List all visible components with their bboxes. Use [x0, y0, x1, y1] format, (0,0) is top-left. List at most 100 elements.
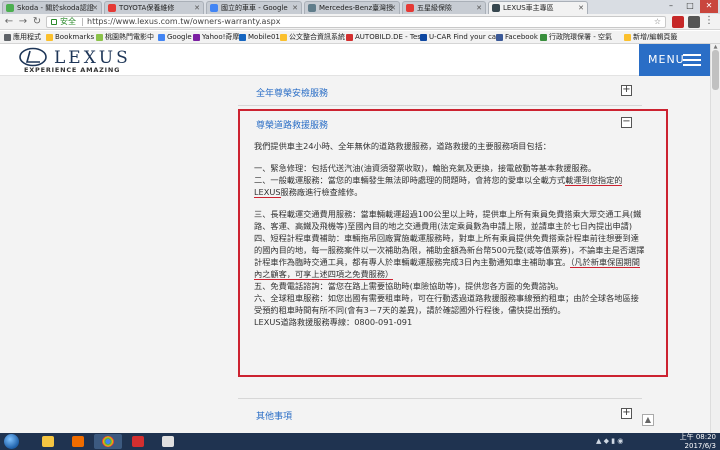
scroll-to-top-icon[interactable]: ▲ — [642, 414, 654, 426]
media-player-icon — [72, 436, 84, 447]
tab-mercedes[interactable]: Mercedes-Benz臺灣授 ✕ — [304, 1, 400, 14]
close-tab-icon[interactable]: ✕ — [390, 2, 396, 14]
bookmark-label: U-CAR Find your car. — [429, 33, 501, 41]
tab-skoda[interactable]: Skoda - 關於skoda認證 ✕ — [2, 1, 102, 14]
bookmark-label: 公文整合資訊系統 — [289, 33, 345, 41]
taskbar-explorer[interactable] — [34, 434, 62, 449]
start-button[interactable] — [2, 433, 20, 450]
tagline: EXPERIENCE AMAZING — [24, 66, 121, 74]
mobile01-icon — [239, 34, 246, 41]
expand-plus-icon[interactable]: + — [621, 408, 632, 419]
address-toolbar: ← → ↻ 安全 | https://www.lexus.com.tw/owne… — [0, 14, 720, 30]
close-tab-icon[interactable]: ✕ — [578, 2, 584, 14]
windows-taskbar: ▲ ◆ ▮ ◉ 上午 08:20 2017/6/3 — [0, 433, 720, 450]
address-bar[interactable]: 安全 | https://www.lexus.com.tw/owners-war… — [46, 16, 666, 28]
bookmarks-bar: 應用程式 Bookmarks 桃園熱門電影中 Google Yahoo!奇摩 M… — [0, 31, 720, 44]
clock-date: 2017/6/3 — [684, 442, 716, 450]
bookmark-autobild[interactable]: AUTOBILD.DE - Test — [346, 31, 424, 43]
expand-plus-icon[interactable]: + — [621, 85, 632, 96]
close-tab-icon[interactable]: ✕ — [476, 2, 482, 14]
facebook-icon — [496, 34, 503, 41]
tab-favicon-icon — [492, 4, 500, 12]
tab-toyota[interactable]: TOYOTA保養維修 ✕ — [104, 1, 204, 14]
bookmark-new-tab[interactable]: 新增/編輯頁籤 — [624, 31, 677, 43]
browser-tab-strip: Skoda - 關於skoda認證 ✕ TOYOTA保養維修 ✕ 國立的車車 -… — [0, 0, 720, 14]
lexus-logo[interactable]: LEXUS EXPERIENCE AMAZING — [18, 47, 138, 75]
hotline-text: LEXUS道路救援服務專線：0800-091-091 — [254, 317, 413, 327]
reload-icon[interactable]: ↻ — [31, 16, 43, 28]
close-tab-icon[interactable]: ✕ — [92, 2, 98, 14]
secure-label: 安全 — [60, 17, 76, 26]
close-tab-icon[interactable]: ✕ — [292, 2, 298, 14]
tab-title: TOYOTA保養維修 — [119, 4, 175, 12]
service-item-2: 二、一般載運服務：當您的車輛發生無法即時處理的問題時，會將您的愛車以全載方式載運… — [254, 174, 646, 198]
accordion-title[interactable]: 全年尊榮安檢服務 — [256, 86, 328, 99]
service-item-5: 五、免費電話諮詢：當您在路上需要協助時(車險協助等)，提供您各方面的免費諮詢。 — [254, 281, 564, 291]
autobild-icon — [346, 34, 353, 41]
close-window-button[interactable]: ✕ — [700, 0, 718, 13]
accordion-item-inspection[interactable]: 全年尊榮安檢服務 + — [238, 76, 642, 106]
bookmark-google[interactable]: Google — [158, 31, 192, 43]
menu-label: MENU — [648, 53, 685, 66]
folder-icon — [96, 34, 103, 41]
extension-icon[interactable] — [672, 16, 684, 28]
lock-icon — [51, 19, 57, 25]
service-item-6: 六、全球租車服務：如您出國有需要租車時，可在行動透過道路救援服務事線預約租車；由… — [254, 293, 639, 315]
taskbar-document[interactable] — [154, 434, 182, 449]
page-scrollbar[interactable]: ▲ — [710, 44, 720, 433]
tab-favicon-icon — [108, 4, 116, 12]
taskbar-acrobat[interactable] — [124, 434, 152, 449]
bookmark-label: Bookmarks — [55, 33, 95, 41]
yahoo-icon — [193, 34, 200, 41]
maximize-button[interactable]: □ — [681, 0, 699, 13]
service-item-3: 三、長程載運交通費用服務：當車輛載運超過100公里以上時，提供車上所有乘員免費搭… — [254, 209, 642, 231]
tab-title: 五星級保險 — [417, 4, 452, 12]
epa-icon — [540, 34, 547, 41]
taskbar-chrome[interactable] — [94, 434, 122, 449]
forward-arrow-icon[interactable]: → — [17, 16, 29, 28]
browser-menu-icon[interactable]: ⋮ — [704, 15, 714, 26]
collapse-minus-icon[interactable]: − — [621, 117, 632, 128]
minimize-button[interactable]: – — [662, 0, 680, 13]
tab-google[interactable]: 國立的車車 - Google ✕ — [206, 1, 302, 14]
bookmark-movies[interactable]: 桃園熱門電影中 — [96, 31, 154, 43]
menu-button[interactable]: MENU — [639, 44, 712, 76]
bookmark-label: 新增/編輯頁籤 — [633, 33, 678, 41]
url-text[interactable]: https://www.lexus.com.tw/owners-warranty… — [87, 17, 280, 27]
accordion-title[interactable]: 其他事項 — [256, 409, 292, 422]
tab-title: Mercedes-Benz臺灣授 — [319, 4, 394, 12]
taskbar-media-player[interactable] — [64, 434, 92, 449]
bookmark-apps[interactable]: 應用程式 — [4, 31, 41, 43]
bookmark-epa[interactable]: 行政院環保署 - 空氣 — [540, 31, 612, 43]
accordion-title[interactable]: 尊榮道路救援服務 — [256, 118, 328, 131]
tab-favicon-icon — [308, 4, 316, 12]
chrome-icon — [102, 436, 114, 447]
bookmark-label: 桃園熱門電影中 — [105, 33, 154, 41]
system-tray-icons[interactable]: ▲ ◆ ▮ ◉ — [596, 437, 676, 447]
close-tab-icon[interactable]: ✕ — [194, 2, 200, 14]
web-page: LEXUS EXPERIENCE AMAZING MENU 全年尊榮安檢服務 +… — [0, 44, 720, 433]
bookmark-label: Google — [167, 33, 192, 41]
bookmark-facebook[interactable]: Facebook — [496, 31, 538, 43]
tab-title: 國立的車車 - Google — [221, 4, 288, 12]
lexus-emblem-icon — [19, 47, 47, 67]
window-controls: – □ ✕ — [662, 0, 720, 14]
tab-favicon-icon — [6, 4, 14, 12]
back-arrow-icon[interactable]: ← — [3, 16, 15, 28]
tab-lexus[interactable]: LEXUS車主專區 ✕ — [488, 1, 588, 14]
tab-insurance[interactable]: 五星級保險 ✕ — [402, 1, 486, 14]
service-item-1: 一、緊急修理：包括代送汽油(油資須發票收取)，輪胎充氣及更換，接電啟動等基本救援… — [254, 163, 597, 173]
star-icon — [46, 34, 53, 41]
bookmark-ucar[interactable]: U-CAR Find your car. — [420, 31, 501, 43]
bookmark-mobile01[interactable]: Mobile01 — [239, 31, 280, 43]
extension-icon[interactable] — [688, 16, 700, 28]
folder-icon — [624, 34, 631, 41]
clock[interactable]: 上午 08:20 2017/6/3 — [680, 434, 716, 450]
bookmark-bookmarks[interactable]: Bookmarks — [46, 31, 94, 43]
bookmark-yahoo[interactable]: Yahoo!奇摩 — [193, 31, 239, 43]
bookmark-documents[interactable]: 公文整合資訊系統 — [280, 31, 345, 43]
bookmark-star-icon[interactable]: ☆ — [654, 17, 661, 27]
scrollbar-thumb[interactable] — [712, 50, 719, 90]
accordion-item-other[interactable]: 其他事項 + — [238, 398, 642, 428]
accordion-item-roadside[interactable]: 尊榮道路救援服務 − — [238, 106, 642, 136]
